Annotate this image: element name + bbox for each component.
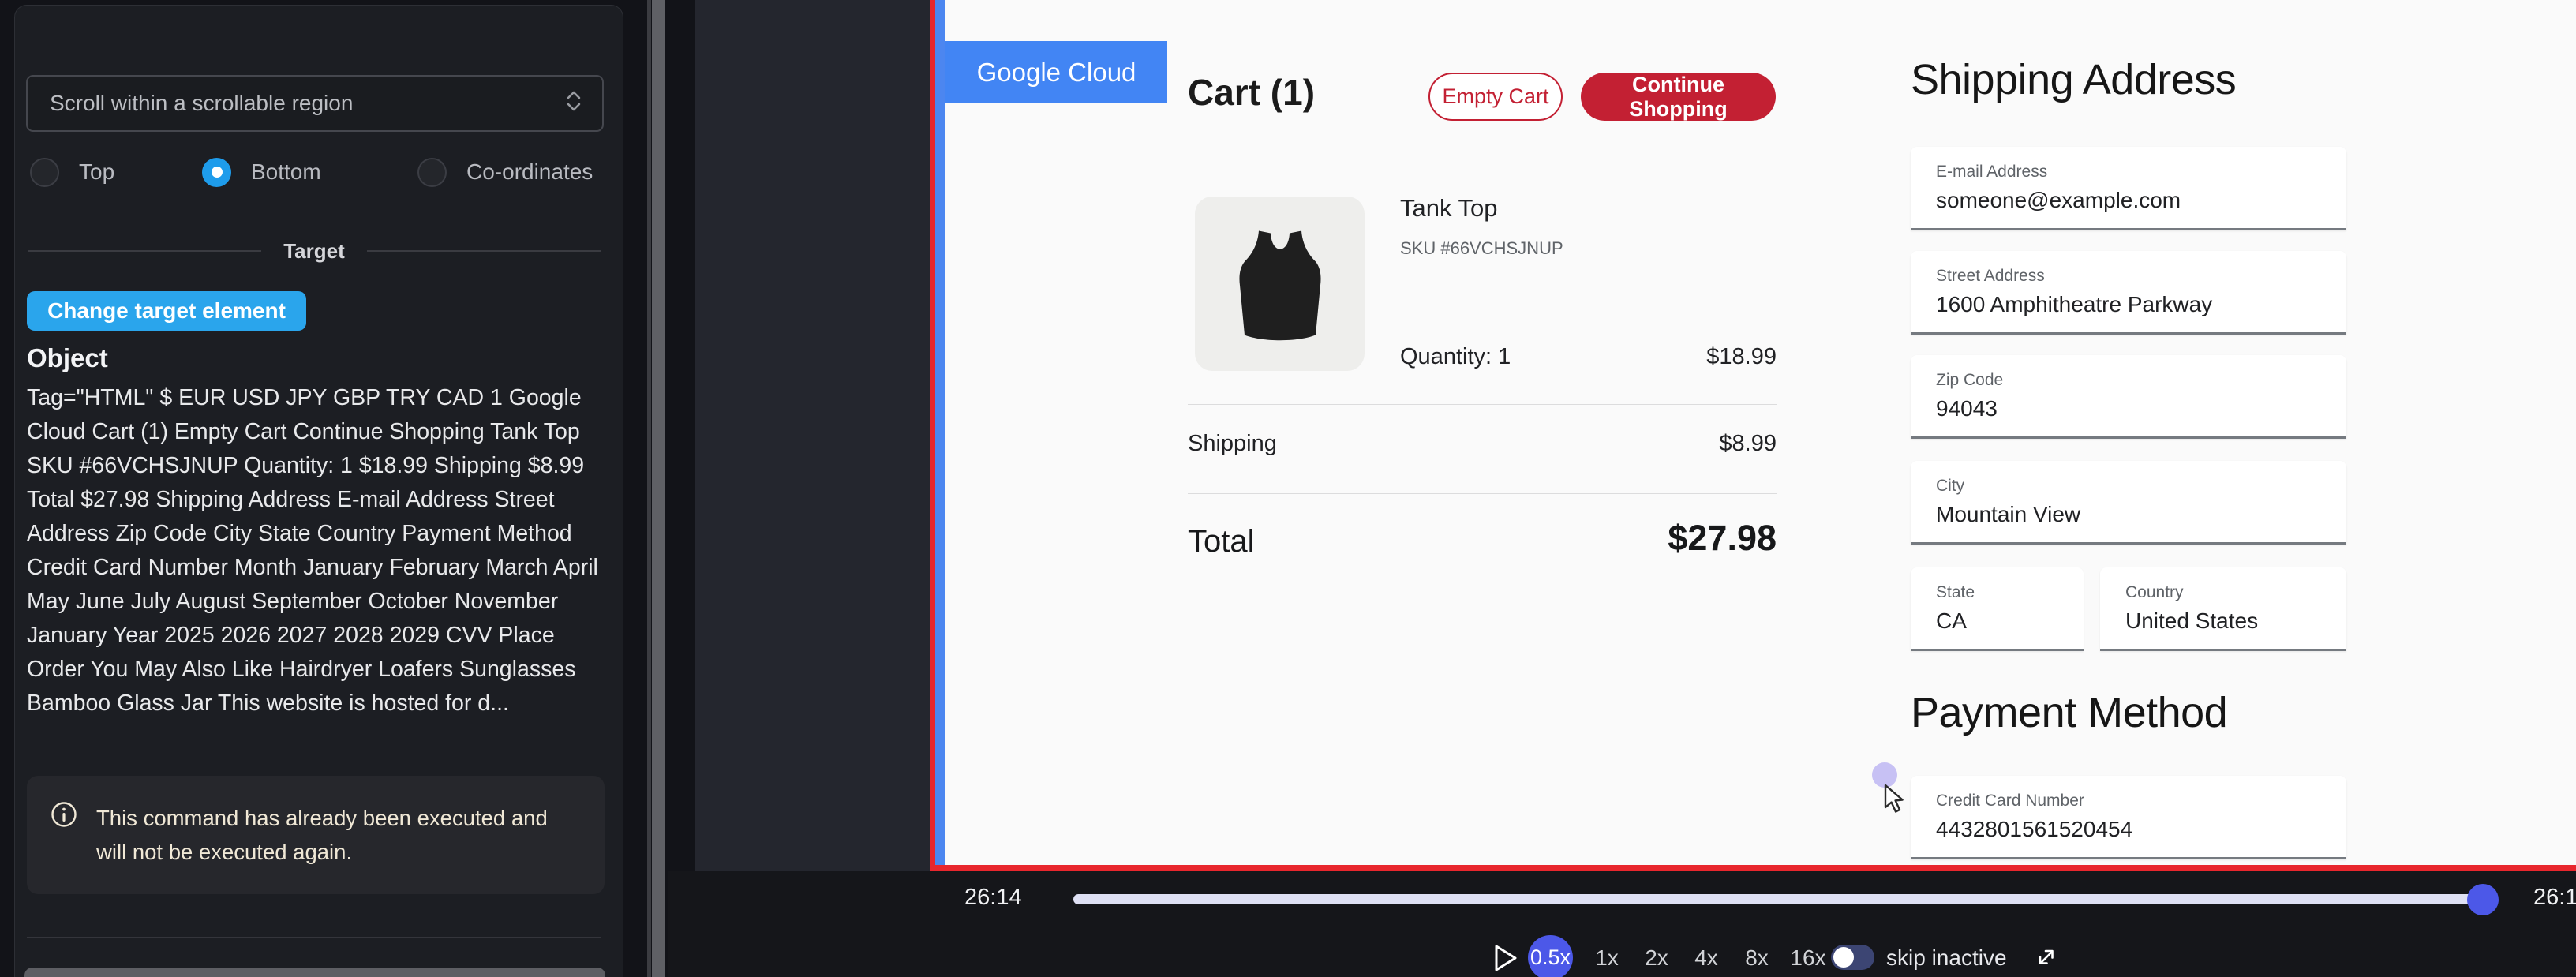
radio-top-label: Top: [79, 159, 114, 185]
product-quantity: Quantity: 1: [1400, 344, 1511, 370]
product-price: $18.99: [1706, 344, 1777, 370]
product-image: [1195, 197, 1365, 371]
speed-4x-button[interactable]: 4x: [1694, 945, 1718, 971]
email-field[interactable]: E-mail Address someone@example.com: [1911, 147, 2346, 230]
viewport-highlight-left-border: [930, 0, 935, 865]
radio-coordinates-label: Co-ordinates: [466, 159, 593, 185]
action-select[interactable]: Scroll within a scrollable region: [26, 75, 604, 132]
command-sidebar: Scroll within a scrollable region Top Bo…: [14, 5, 623, 977]
email-field-label: E-mail Address: [1936, 163, 2047, 182]
radio-bottom[interactable]: Bottom: [202, 157, 321, 187]
current-time: 26:14: [964, 885, 1022, 911]
timeline-thumb[interactable]: [2467, 884, 2499, 915]
radio-coordinates[interactable]: Co-ordinates: [417, 157, 593, 187]
state-field-value: CA: [1936, 608, 1967, 634]
zip-field[interactable]: Zip Code 94043: [1911, 355, 2346, 439]
divider-line: [28, 250, 261, 252]
info-icon: [51, 801, 77, 869]
country-field[interactable]: Country United States: [2100, 567, 2346, 651]
end-time: 26:1: [2533, 885, 2576, 911]
payment-method-heading: Payment Method: [1911, 688, 2227, 737]
object-heading: Object: [27, 343, 108, 373]
country-field-label: Country: [2125, 583, 2184, 602]
timeline-track[interactable]: [1073, 894, 2483, 904]
continue-shopping-button[interactable]: Continue Shopping: [1581, 73, 1776, 121]
scroll-region-highlight: [935, 0, 945, 865]
shipping-cost-value: $8.99: [1719, 431, 1777, 457]
zip-field-label: Zip Code: [1936, 371, 2003, 390]
state-field-label: State: [1936, 583, 1975, 602]
email-field-value: someone@example.com: [1936, 188, 2181, 213]
google-cloud-badge: Google Cloud: [945, 41, 1167, 103]
product-name: Tank Top: [1400, 194, 1498, 223]
country-field-value: United States: [2125, 608, 2258, 634]
resizer-bar: [652, 0, 665, 977]
change-target-button[interactable]: Change target element: [27, 291, 306, 331]
target-section-label: Target: [283, 239, 345, 264]
sidebar-divider: [27, 937, 601, 938]
radio-coordinates-dot-icon: [417, 158, 447, 187]
toggle-knob: [1833, 947, 1854, 968]
radio-bottom-label: Bottom: [251, 159, 321, 185]
zip-field-value: 94043: [1936, 396, 1998, 421]
speed-16x-button[interactable]: 16x: [1790, 945, 1825, 971]
street-field-label: Street Address: [1936, 267, 2045, 286]
shipping-cost-label: Shipping: [1188, 431, 1277, 457]
select-chevrons-icon: [564, 91, 583, 117]
credit-card-field-value: 4432801561520454: [1936, 817, 2132, 842]
city-field-label: City: [1936, 477, 1964, 496]
resizer-groove: [647, 0, 651, 977]
radio-top[interactable]: Top: [30, 157, 114, 187]
radio-bottom-dot-icon: [202, 158, 231, 187]
skip-inactive-toggle[interactable]: [1831, 945, 1874, 970]
tank-top-graphic: [1221, 209, 1339, 359]
target-section-divider: Target: [28, 239, 601, 263]
credit-card-field[interactable]: Credit Card Number 4432801561520454: [1911, 776, 2346, 859]
scroll-position-radio-group: Top Bottom Co-ordinates: [15, 157, 623, 189]
empty-cart-button[interactable]: Empty Cart: [1428, 73, 1563, 121]
speed-1x-button[interactable]: 1x: [1595, 945, 1619, 971]
mouse-cursor: [1871, 751, 1926, 818]
skip-inactive-label: skip inactive: [1886, 945, 2007, 971]
radio-top-dot-icon: [30, 158, 59, 187]
product-sku: SKU #66VCHSJNUP: [1400, 238, 1563, 259]
credit-card-field-label: Credit Card Number: [1936, 792, 2084, 810]
speed-8x-button[interactable]: 8x: [1745, 945, 1769, 971]
divider-line: [367, 250, 601, 252]
city-field[interactable]: City Mountain View: [1911, 461, 2346, 545]
street-field-value: 1600 Amphitheatre Parkway: [1936, 292, 2212, 317]
state-field[interactable]: State CA: [1911, 567, 2084, 651]
street-field[interactable]: Street Address 1600 Amphitheatre Parkway: [1911, 251, 2346, 335]
object-text: Tag="HTML" $ EUR USD JPY GBP TRY CAD 1 G…: [27, 381, 608, 721]
total-label: Total: [1188, 524, 1255, 560]
notice-box: This command has already been executed a…: [27, 776, 605, 894]
panel-resizer-handle[interactable]: [647, 0, 668, 977]
total-value: $27.98: [1668, 518, 1777, 559]
notice-text: This command has already been executed a…: [96, 801, 576, 869]
cart-title: Cart (1): [1188, 71, 1315, 114]
app-root: Scroll within a scrollable region Top Bo…: [0, 0, 2576, 977]
shipping-address-heading: Shipping Address: [1911, 55, 2236, 104]
cart-divider: [1188, 404, 1777, 405]
replayed-shop-page: Google Cloud Cart (1) Empty Cart Continu…: [935, 0, 2576, 865]
viewport-highlight-bottom-border: [930, 865, 2576, 871]
speed-2x-button[interactable]: 2x: [1645, 945, 1668, 971]
city-field-value: Mountain View: [1936, 502, 2080, 527]
player-bar: [668, 871, 2576, 977]
fullscreen-expand-icon[interactable]: [2033, 944, 2060, 971]
action-select-value: Scroll within a scrollable region: [50, 91, 564, 116]
speed-0.5x-button[interactable]: 0.5x: [1528, 935, 1573, 977]
play-button[interactable]: [1493, 944, 1518, 972]
cart-divider: [1188, 493, 1777, 494]
sidebar-bottom-bar[interactable]: [24, 968, 605, 977]
